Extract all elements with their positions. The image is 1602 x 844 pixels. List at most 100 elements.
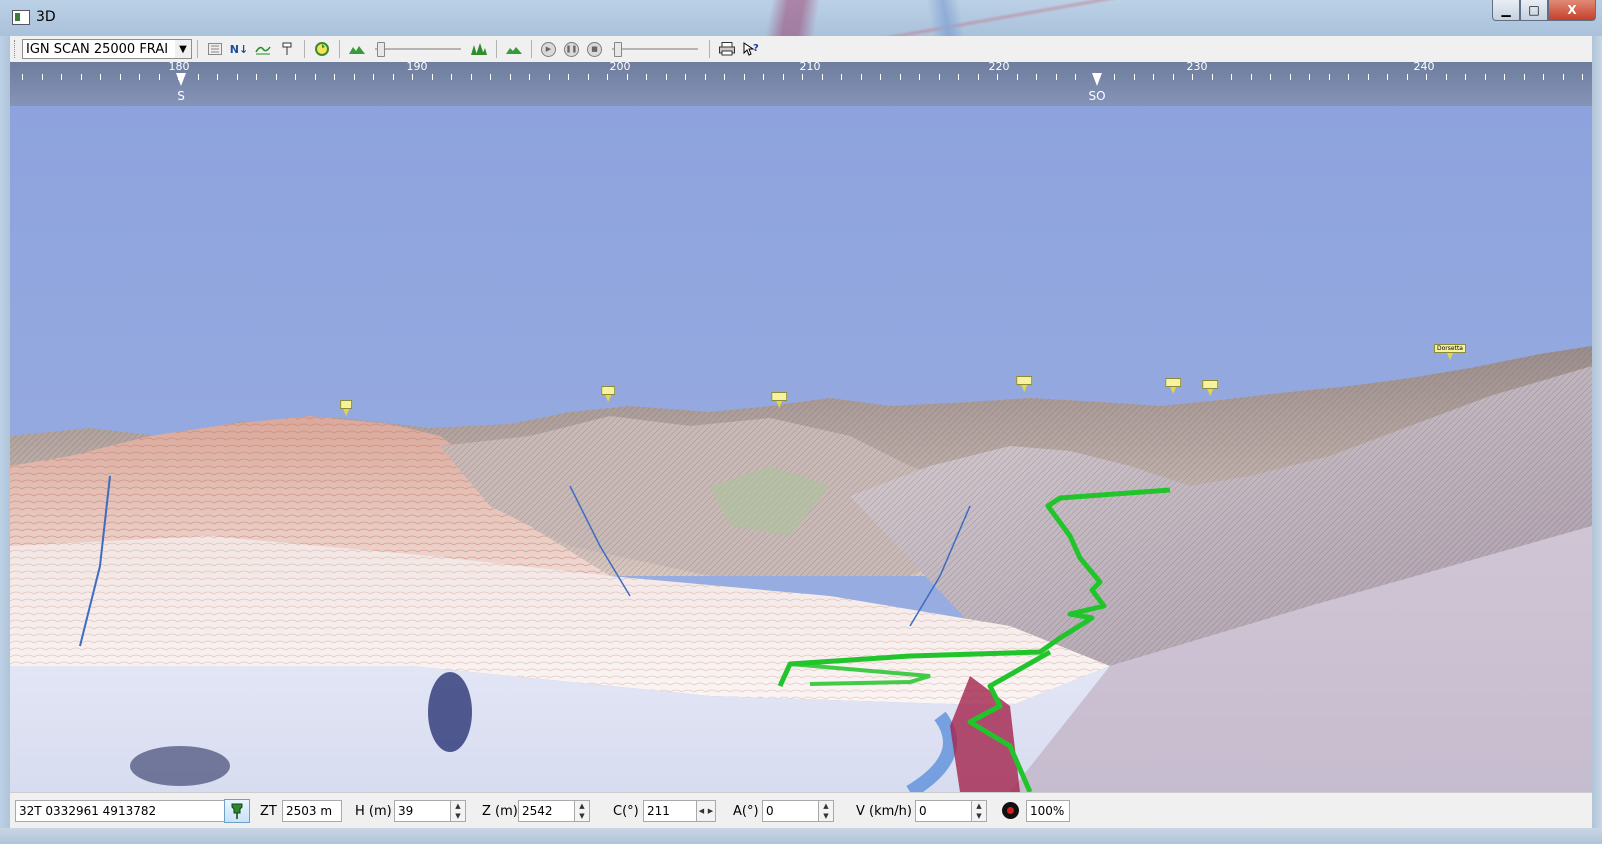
compass-tick [217, 74, 218, 80]
spin-right-icon[interactable]: ▶ [706, 801, 715, 821]
compass-tick [198, 74, 199, 80]
exaggeration-slider[interactable] [375, 41, 461, 57]
map-grid-icon[interactable] [205, 39, 225, 59]
compass-tick [1017, 74, 1018, 80]
summit-marker[interactable] [771, 392, 787, 408]
stop-icon[interactable]: ■ [587, 41, 602, 57]
compass-tick [42, 74, 43, 80]
z-stepper[interactable]: ▲ ▼ [574, 800, 590, 822]
spin-up-icon[interactable]: ▲ [972, 801, 986, 811]
window-border-right [1592, 36, 1602, 844]
spin-up-icon[interactable]: ▲ [575, 801, 589, 811]
v-stepper[interactable]: ▲ ▼ [971, 800, 987, 822]
spin-down-icon[interactable]: ▼ [972, 811, 986, 821]
compass-tick [1504, 74, 1505, 80]
v-label: V (km/h) [856, 804, 912, 819]
compass-tick [237, 74, 238, 80]
v-field[interactable]: 0 [915, 800, 973, 822]
compass-tick [1329, 74, 1330, 80]
compass-tick [1446, 74, 1447, 80]
compass-tick [607, 74, 608, 80]
compass-tick [1056, 74, 1057, 80]
print-icon[interactable] [717, 39, 737, 59]
title-bar: 3D ▁ □ X [0, 0, 1602, 36]
summit-marker-dorsetta[interactable]: Dorsetta [1434, 344, 1466, 360]
terrain-3d-view[interactable]: Dorsetta [10, 106, 1592, 792]
minimize-button[interactable]: ▁ [1492, 0, 1520, 21]
zoom-field[interactable]: 100% [1026, 800, 1070, 822]
zt-label: ZT [260, 804, 277, 819]
slider-thumb[interactable] [614, 42, 622, 57]
zt-field[interactable]: 2503 m [282, 800, 342, 822]
compass-tick [393, 74, 394, 80]
compass-tick [159, 74, 160, 80]
spin-down-icon[interactable]: ▼ [575, 811, 589, 821]
summit-marker[interactable] [601, 386, 615, 402]
spin-down-icon[interactable]: ▼ [451, 811, 465, 821]
pause-icon[interactable]: ❚❚ [564, 41, 579, 57]
summit-marker[interactable] [340, 400, 352, 416]
a-field[interactable]: 0 [762, 800, 820, 822]
terrain-icon[interactable] [347, 39, 367, 59]
compass-tick [315, 74, 316, 80]
record-button[interactable] [1002, 802, 1019, 819]
compass-tick [1524, 74, 1525, 80]
a-stepper[interactable]: ▲ ▼ [818, 800, 834, 822]
h-field[interactable]: 39 [394, 800, 452, 822]
summit-marker[interactable] [1165, 378, 1181, 394]
compass-degree-label: 230 [1186, 60, 1208, 73]
foreground-blob [130, 746, 230, 786]
compass-degree-label: 190 [406, 60, 428, 73]
spin-left-icon[interactable]: ◀ [697, 801, 706, 821]
z-field[interactable]: 2542 [518, 800, 576, 822]
contours-icon[interactable] [253, 39, 273, 59]
peaks-icon[interactable] [469, 39, 489, 59]
svg-text:?: ? [753, 43, 759, 54]
toolbar-grip[interactable] [14, 40, 18, 58]
toolbar-separator [339, 40, 340, 58]
compass-tick [1231, 74, 1232, 80]
compass-tick [958, 74, 959, 80]
toolbar-separator [304, 40, 305, 58]
pin-icon [231, 803, 243, 819]
toolbar-separator [197, 40, 198, 58]
compass-tick [529, 74, 530, 80]
compass-tick [1114, 74, 1115, 80]
map-layer-select[interactable]: IGN SCAN 25000 FRAI ▼ [22, 39, 192, 59]
coordinates-field[interactable]: 32T 0332961 4913782 [15, 800, 225, 822]
locate-pin-button[interactable] [224, 799, 250, 823]
maximize-button[interactable]: □ [1520, 0, 1548, 21]
compass-degree-label: 200 [609, 60, 631, 73]
refresh-icon[interactable] [312, 39, 332, 59]
compass-tick [1270, 74, 1271, 80]
summit-marker[interactable] [1202, 380, 1218, 396]
close-button[interactable]: X [1548, 0, 1596, 21]
compass-tick [373, 74, 374, 80]
h-stepper[interactable]: ▲ ▼ [450, 800, 466, 822]
summit-pin [342, 409, 349, 416]
north-up-icon[interactable]: N↓ [229, 39, 249, 59]
summit-marker[interactable] [1016, 376, 1032, 392]
playback-slider[interactable] [612, 41, 698, 57]
a-label: A(°) [733, 804, 759, 819]
compass-tick [880, 74, 881, 80]
compass-tick [978, 74, 979, 80]
z-label: Z (m) [482, 804, 518, 819]
terrain-canvas [10, 106, 1592, 792]
c-field[interactable]: 211 [643, 800, 697, 822]
play-icon[interactable]: ▶ [541, 41, 556, 57]
c-stepper[interactable]: ◀ ▶ [696, 800, 716, 822]
help-icon[interactable]: ? [741, 39, 761, 59]
compass-tick [354, 74, 355, 80]
terrain-small-icon[interactable] [504, 39, 524, 59]
summit-pin [1447, 353, 1453, 360]
app-icon [12, 10, 30, 25]
spin-up-icon[interactable]: ▲ [819, 801, 833, 811]
spin-up-icon[interactable]: ▲ [451, 801, 465, 811]
slider-thumb[interactable] [377, 42, 385, 57]
chevron-down-icon[interactable]: ▼ [175, 40, 191, 58]
marker-icon[interactable] [277, 39, 297, 59]
spin-down-icon[interactable]: ▼ [819, 811, 833, 821]
compass-degree-label: 210 [799, 60, 821, 73]
compass-tick [724, 74, 725, 80]
